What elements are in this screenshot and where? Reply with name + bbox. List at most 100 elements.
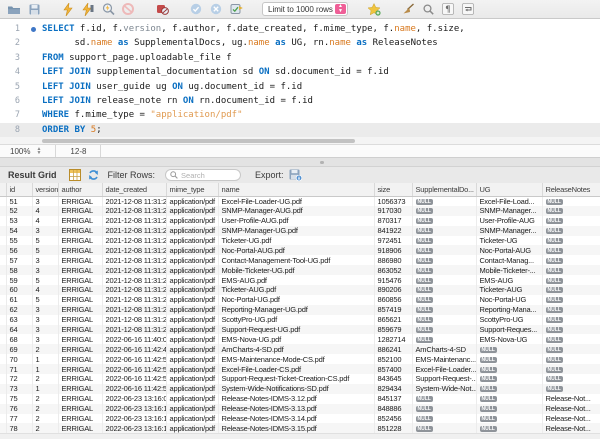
code-line[interactable]: 3FROM support_page.uploadable_file f	[0, 51, 600, 65]
table-row[interactable]: 623ERRIGAL2021-12-08 11:31:28application…	[0, 305, 600, 315]
code-line[interactable]: 5LEFT JOIN user_guide ug ON ug.document_…	[0, 80, 600, 94]
toggle-stop-on-error-button[interactable]	[154, 2, 170, 17]
column-header-date-created[interactable]: date_created	[102, 183, 166, 196]
table-row[interactable]: 595ERRIGAL2021-12-08 11:31:27application…	[0, 275, 600, 285]
table-cell: NULL	[542, 364, 600, 374]
commit-button[interactable]	[188, 2, 204, 17]
table-row[interactable]: 772ERRIGAL2022-06-23 13:16:12application…	[0, 414, 600, 424]
table-row[interactable]: 782ERRIGAL2022-06-23 13:16:13application…	[0, 423, 600, 433]
null-badge: NULL	[416, 218, 433, 224]
open-script-button[interactable]	[6, 2, 22, 17]
column-header-mime-type[interactable]: mime_type	[166, 183, 218, 196]
save-script-button[interactable]	[26, 2, 42, 17]
filter-search-input[interactable]	[181, 171, 237, 180]
table-cell: 917030	[374, 206, 412, 216]
result-grid[interactable]: idversionauthordate_createdmime_typename…	[0, 183, 600, 439]
beautify-sql-button[interactable]	[400, 2, 416, 17]
column-header-ug[interactable]: UG	[476, 183, 542, 196]
table-row[interactable]: 565ERRIGAL2021-12-08 11:31:26application…	[0, 245, 600, 255]
rollback-button[interactable]	[208, 2, 224, 17]
line-number: 8	[0, 123, 26, 137]
table-cell: NULL	[542, 315, 600, 325]
code-line[interactable]: 6LEFT JOIN release_note rn ON rn.documen…	[0, 94, 600, 108]
explain-plan-button[interactable]	[100, 2, 116, 17]
magnifier-lightning-icon	[102, 3, 115, 16]
table-row[interactable]: 534ERRIGAL2021-12-08 11:31:25application…	[0, 216, 600, 226]
table-row[interactable]: 513ERRIGAL2021-12-08 11:31:23application…	[0, 196, 600, 206]
table-cell: NULL	[476, 423, 542, 433]
column-header-releasenotes[interactable]: ReleaseNotes	[542, 183, 600, 196]
code-line[interactable]: 2 sd.name as SupplementalDocs, ug.name a…	[0, 36, 600, 50]
table-row[interactable]: 711ERRIGAL2022-06-16 11:42:54application…	[0, 364, 600, 374]
null-badge: NULL	[546, 268, 563, 274]
table-cell: 75	[6, 394, 32, 404]
table-row[interactable]: 752ERRIGAL2022-06-23 13:16:09application…	[0, 394, 600, 404]
column-header-supplementaldo-[interactable]: SupplementalDo...	[412, 183, 476, 196]
table-cell: application/pdf	[166, 404, 218, 414]
column-header-author[interactable]: author	[58, 183, 102, 196]
table-cell: application/pdf	[166, 305, 218, 315]
export-save-icon[interactable]	[289, 169, 302, 181]
code-line[interactable]: 7WHERE f.mime_type = "application/pdf"	[0, 108, 600, 122]
table-cell: application/pdf	[166, 374, 218, 384]
table-row[interactable]: 583ERRIGAL2021-12-08 11:31:26application…	[0, 265, 600, 275]
new-snippet-button[interactable]	[366, 2, 382, 17]
column-header-name[interactable]: name	[218, 183, 374, 196]
stop-query-button[interactable]	[120, 2, 136, 17]
table-row[interactable]: 543ERRIGAL2021-12-08 11:31:25application…	[0, 226, 600, 236]
execute-query-button[interactable]	[60, 2, 76, 17]
null-badge: NULL	[546, 337, 563, 343]
table-row[interactable]: 722ERRIGAL2022-06-16 11:42:56application…	[0, 374, 600, 384]
null-badge: NULL	[416, 208, 433, 214]
table-cell: 1	[32, 384, 58, 394]
refresh-icon[interactable]	[87, 169, 100, 181]
null-badge: NULL	[480, 406, 497, 412]
editor-hscrollbar-thumb[interactable]	[42, 139, 355, 143]
table-row[interactable]: 615ERRIGAL2021-12-08 11:31:28application…	[0, 295, 600, 305]
table-row[interactable]: 604ERRIGAL2021-12-08 11:31:28application…	[0, 285, 600, 295]
zoom-stepper-icon[interactable]: ▲▼	[36, 147, 41, 155]
table-row[interactable]: 683ERRIGAL2022-06-16 11:40:03application…	[0, 334, 600, 344]
table-cell: Noc-Portal-AUG.pdf	[218, 245, 374, 255]
table-cell: ERRIGAL	[58, 305, 102, 315]
table-row[interactable]: 573ERRIGAL2021-12-08 11:31:26application…	[0, 255, 600, 265]
column-header-size[interactable]: size	[374, 183, 412, 196]
table-row[interactable]: 524ERRIGAL2021-12-08 11:31:24application…	[0, 206, 600, 216]
column-header-id[interactable]: id	[6, 183, 32, 196]
table-cell: ERRIGAL	[58, 354, 102, 364]
code-line[interactable]: 4LEFT JOIN supplemental_documentation sd…	[0, 65, 600, 79]
editor-results-splitter[interactable]	[0, 158, 600, 167]
sql-editor[interactable]: 1SELECT f.id, f.version, f.author, f.dat…	[0, 19, 600, 137]
table-row[interactable]: 643ERRIGAL2021-12-08 11:31:29application…	[0, 325, 600, 335]
grid-view-icon[interactable]	[69, 169, 81, 181]
column-header-version[interactable]: version	[32, 183, 58, 196]
table-cell: application/pdf	[166, 295, 218, 305]
table-row[interactable]: 701ERRIGAL2022-06-16 11:42:52application…	[0, 354, 600, 364]
find-button[interactable]	[420, 2, 436, 17]
null-badge: NULL	[546, 248, 563, 254]
toggle-autocommit-button[interactable]	[228, 2, 244, 17]
table-cell: application/pdf	[166, 325, 218, 335]
null-badge: NULL	[546, 376, 563, 382]
show-invisibles-button[interactable]: ¶	[440, 2, 456, 17]
null-badge: NULL	[546, 357, 563, 363]
wrap-text-button[interactable]	[460, 2, 476, 17]
table-cell: NULL	[542, 354, 600, 364]
table-row[interactable]: 731ERRIGAL2022-06-16 11:42:57application…	[0, 384, 600, 394]
filter-search-box[interactable]	[165, 169, 241, 181]
editor-hscrollbar[interactable]	[0, 137, 600, 144]
table-row[interactable]: 555ERRIGAL2021-12-08 11:31:25application…	[0, 236, 600, 246]
execute-current-statement-button[interactable]	[80, 2, 96, 17]
line-number: 6	[0, 94, 26, 108]
null-badge: NULL	[546, 386, 563, 392]
code-line[interactable]: 1SELECT f.id, f.version, f.author, f.dat…	[0, 22, 600, 36]
table-cell: 972451	[374, 236, 412, 246]
code-line[interactable]: 8ORDER BY 5;	[0, 123, 600, 137]
table-row[interactable]: 692ERRIGAL2022-06-16 11:42:47application…	[0, 344, 600, 354]
table-cell: Ticketer-AUG.pdf	[218, 285, 374, 295]
table-row[interactable]: 762ERRIGAL2022-06-23 13:16:10application…	[0, 404, 600, 414]
row-limit-dropdown[interactable]: Limit to 1000 rows ▲▼	[262, 2, 348, 16]
null-badge: NULL	[416, 278, 433, 284]
table-row[interactable]: 633ERRIGAL2021-12-08 11:31:28application…	[0, 315, 600, 325]
null-badge: NULL	[416, 307, 433, 313]
